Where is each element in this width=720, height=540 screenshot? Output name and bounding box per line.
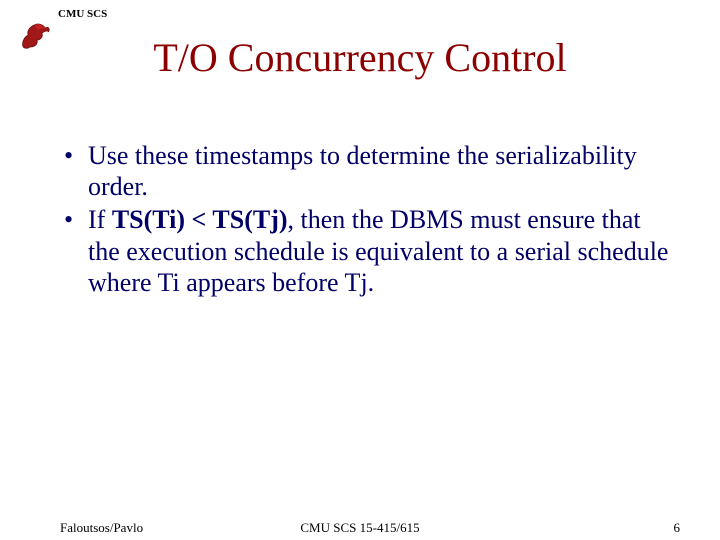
bullet-item: Use these timestamps to determine the se… (60, 140, 670, 202)
slide-content: Use these timestamps to determine the se… (60, 140, 670, 300)
bullet-bold: TS(Ti) < TS(Tj) (112, 205, 288, 234)
footer-course: CMU SCS 15-415/615 (0, 520, 720, 536)
bullet-text: Use these timestamps to determine the se… (88, 141, 637, 201)
bullet-item: If TS(Ti) < TS(Tj), then the DBMS must e… (60, 204, 670, 298)
bullet-text: If (88, 205, 112, 234)
footer-page-number: 6 (674, 520, 681, 536)
slide-title: T/O Concurrency Control (0, 34, 720, 81)
org-label: CMU SCS (58, 8, 107, 20)
